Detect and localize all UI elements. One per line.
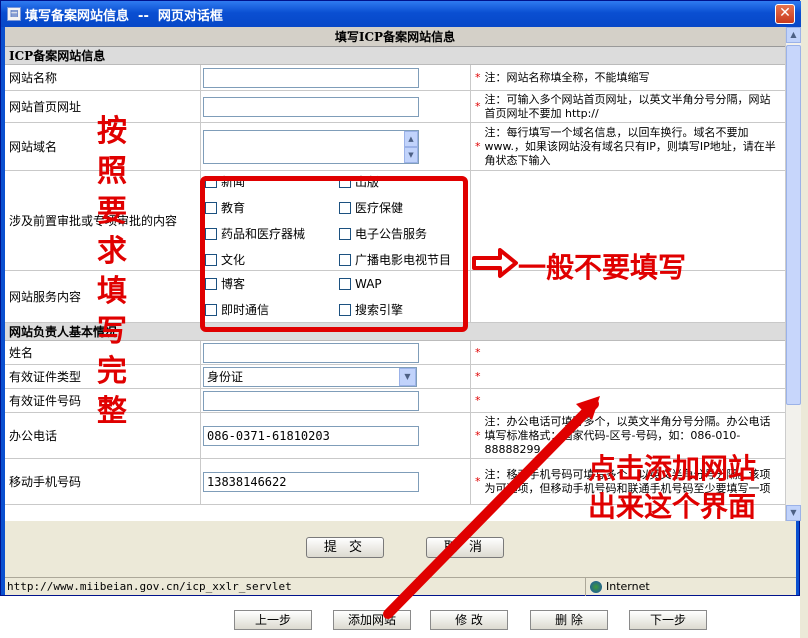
form-header: 填写ICP备案网站信息 (5, 27, 785, 47)
submit-button[interactable]: 提 交 (306, 537, 384, 558)
next-button[interactable]: 下一步 (629, 610, 707, 630)
doc-icon: ▤ (7, 7, 21, 21)
vertical-scrollbar[interactable]: ▲ ▼ (785, 27, 801, 521)
modify-button[interactable]: 修 改 (430, 610, 508, 630)
prev-button[interactable]: 上一步 (234, 610, 312, 630)
annotation-line-2: 出来这个界面 (588, 490, 757, 523)
status-url: http://www.miibeian.gov.cn/icp_xxlr_serv… (7, 580, 292, 593)
required-mark: * (475, 70, 481, 84)
site-name-note: 注：网站名称填全称，不能填缩写 (484, 70, 650, 84)
scroll-up-icon[interactable]: ▲ (786, 27, 801, 43)
delete-button[interactable]: 删 除 (530, 610, 608, 630)
scroll-down-icon[interactable]: ▼ (404, 146, 418, 163)
annotation-fill-complete: 按照要求填写完整 (94, 112, 130, 432)
label-mobile: 移动手机号码 (5, 459, 201, 504)
cancel-button[interactable]: 取 消 (426, 537, 504, 558)
scroll-down-icon[interactable]: ▼ (786, 505, 801, 521)
row-site-name: 网站名称 * 注：网站名称填全称，不能填缩写 (5, 65, 785, 91)
annotation-char-4: 填 (97, 274, 127, 309)
annotation-click-add: 点击添加网站 出来这个界面 (588, 450, 756, 526)
globe-icon (590, 581, 602, 593)
title-bar: ▤ 填写备案网站信息 -- 网页对话框 ✕ (1, 1, 801, 27)
annotation-not-needed: 一般不要填写 (518, 251, 687, 284)
required-mark: * (475, 369, 481, 383)
annotation-char-6: 完 (97, 354, 127, 389)
label-site-name: 网站名称 (5, 65, 201, 90)
add-site-button[interactable]: 添加网站 (333, 610, 411, 630)
background-window (800, 0, 808, 638)
scroll-up-icon[interactable]: ▲ (404, 130, 418, 147)
close-button[interactable]: ✕ (775, 4, 795, 24)
mobile-input[interactable]: 13838146622 (203, 471, 419, 492)
annotation-highlight-box (200, 176, 468, 332)
section-title-site: ICP备案网站信息 (5, 47, 785, 65)
annotation-char-1: 照 (97, 154, 127, 189)
required-mark: * (475, 428, 481, 442)
annotation-line-1: 点击添加网站 (588, 452, 757, 485)
id-number-input[interactable] (203, 390, 419, 411)
site-domain-textarea[interactable]: ▲ ▼ (203, 129, 419, 164)
site-domain-note: 注：每行填写一个域名信息，以回车换行。域名不要加 www.，如果该网站没有域名只… (484, 125, 776, 167)
office-phone-input[interactable]: 086-0371-61810203 (203, 425, 419, 446)
scroll-thumb[interactable] (786, 45, 801, 405)
id-type-select[interactable]: 身份证 ▼ (203, 366, 417, 387)
required-mark: * (475, 345, 481, 359)
window-title: 填写备案网站信息 -- 网页对话框 (25, 8, 223, 24)
site-name-input[interactable] (203, 67, 419, 88)
site-url-note: 注：可输入多个网站首页网址，以英文半角分号分隔，网站首页网址不要加 http:/… (484, 92, 771, 120)
annotation-char-5: 写 (97, 314, 127, 349)
status-bar: http://www.miibeian.gov.cn/icp_xxlr_serv… (5, 577, 796, 596)
chevron-down-icon[interactable]: ▼ (399, 367, 416, 386)
required-mark: * (475, 99, 481, 113)
annotation-char-0: 按 (97, 114, 127, 149)
required-mark: * (475, 474, 481, 488)
annotation-char-3: 求 (97, 234, 127, 269)
site-url-input[interactable] (203, 96, 419, 117)
annotation-char-7: 整 (97, 394, 127, 429)
status-zone: Internet (585, 578, 650, 596)
required-mark: * (475, 393, 481, 407)
required-mark: * (475, 139, 481, 153)
annotation-char-2: 要 (97, 194, 127, 229)
name-input[interactable] (203, 342, 419, 363)
